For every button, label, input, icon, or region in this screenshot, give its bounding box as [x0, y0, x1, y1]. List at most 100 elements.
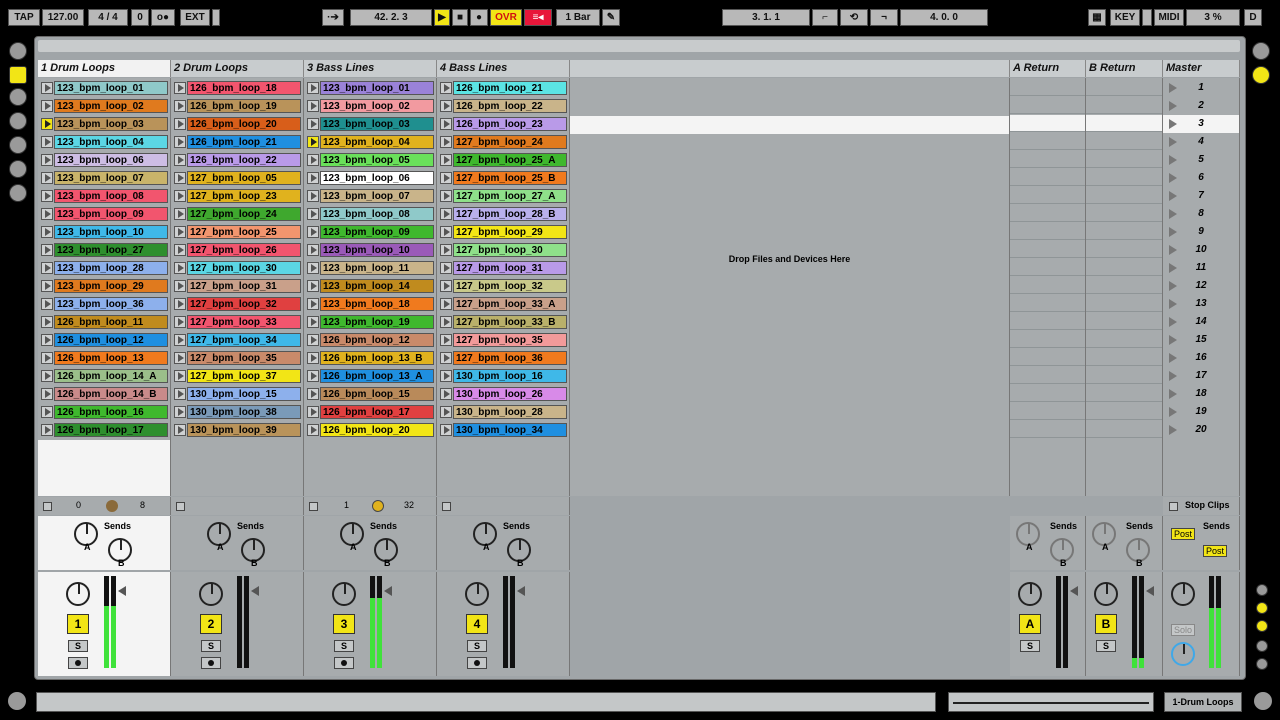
clip-launch-icon[interactable]: [440, 316, 452, 328]
clip-slot[interactable]: 127_bpm_loop_32: [437, 278, 569, 294]
clip-name[interactable]: 126_bpm_loop_11: [54, 315, 168, 329]
stop-clip-button[interactable]: [309, 502, 318, 511]
draw-mode-pencil-icon[interactable]: ✎: [602, 9, 620, 26]
scene-launch[interactable]: 8: [1163, 205, 1239, 223]
clip-name[interactable]: 126_bpm_loop_13_A: [320, 369, 434, 383]
clip-slot[interactable]: 123_bpm_loop_07: [304, 188, 436, 204]
scene-launch[interactable]: 11: [1163, 259, 1239, 277]
solo-button[interactable]: S: [1096, 640, 1116, 652]
track-activator-button[interactable]: 2: [200, 614, 222, 634]
clip-launch-icon[interactable]: [440, 262, 452, 274]
scene-launch[interactable]: 2: [1163, 97, 1239, 115]
clip-slot[interactable]: 123_bpm_loop_04: [304, 134, 436, 150]
clip-name[interactable]: 127_bpm_loop_33_A: [453, 297, 567, 311]
clip-slot[interactable]: 127_bpm_loop_05: [171, 170, 303, 186]
scene-launch-icon[interactable]: [1169, 407, 1177, 417]
clip-slot[interactable]: 127_bpm_loop_24: [171, 206, 303, 222]
clip-name[interactable]: 127_bpm_loop_35: [453, 333, 567, 347]
clip-slot[interactable]: 130_bpm_loop_38: [171, 404, 303, 420]
clip-name[interactable]: 127_bpm_loop_34: [187, 333, 301, 347]
scene-launch-icon[interactable]: [1169, 227, 1177, 237]
track-activator-button[interactable]: B: [1095, 614, 1117, 634]
clip-launch-icon[interactable]: [174, 82, 186, 94]
clip-launch-icon[interactable]: [440, 334, 452, 346]
clip-slot[interactable]: 123_bpm_loop_09: [38, 206, 170, 222]
clip-slot[interactable]: 126_bpm_loop_22: [171, 152, 303, 168]
clip-slot[interactable]: 126_bpm_loop_13: [38, 350, 170, 366]
stop-clip-button[interactable]: [442, 502, 451, 511]
clip-slot[interactable]: 130_bpm_loop_16: [437, 368, 569, 384]
clip-launch-icon[interactable]: [41, 100, 53, 112]
clip-name[interactable]: 123_bpm_loop_10: [320, 243, 434, 257]
clip-name[interactable]: 127_bpm_loop_25_A: [453, 153, 567, 167]
clip-slot[interactable]: 130_bpm_loop_15: [171, 386, 303, 402]
clip-name[interactable]: 130_bpm_loop_28: [453, 405, 567, 419]
track-header-1[interactable]: 1 Drum Loops: [38, 60, 171, 77]
clip-name[interactable]: 123_bpm_loop_27: [54, 243, 168, 257]
volume-fader-handle-icon[interactable]: [384, 586, 392, 596]
clip-slot[interactable]: 123_bpm_loop_01: [304, 80, 436, 96]
clip-launch-icon[interactable]: [307, 82, 319, 94]
clip-slot[interactable]: 127_bpm_loop_32: [171, 296, 303, 312]
clip-name[interactable]: 127_bpm_loop_26: [187, 243, 301, 257]
key-map-button[interactable]: KEY: [1110, 9, 1140, 26]
clip-launch-icon[interactable]: [440, 172, 452, 184]
computer-keyboard-icon[interactable]: ▦: [1088, 9, 1106, 26]
clip-name[interactable]: 127_bpm_loop_36: [453, 351, 567, 365]
io-knob-icon[interactable]: [106, 500, 118, 512]
plugin-devices-icon[interactable]: [9, 88, 27, 106]
clip-name[interactable]: 127_bpm_loop_24: [453, 135, 567, 149]
clip-name[interactable]: 127_bpm_loop_29: [453, 225, 567, 239]
clip-launch-icon[interactable]: [174, 316, 186, 328]
clip-launch-icon[interactable]: [174, 118, 186, 130]
clip-slot[interactable]: 127_bpm_loop_36: [437, 350, 569, 366]
clip-launch-icon[interactable]: [440, 190, 452, 202]
clip-slot[interactable]: 123_bpm_loop_29: [38, 278, 170, 294]
clip-name[interactable]: 130_bpm_loop_16: [453, 369, 567, 383]
clip-launch-icon[interactable]: [174, 388, 186, 400]
browser-toggle-icon[interactable]: [9, 42, 27, 60]
clip-slot[interactable]: 127_bpm_loop_24: [437, 134, 569, 150]
clip-name[interactable]: 123_bpm_loop_02: [320, 99, 434, 113]
clip-launch-icon[interactable]: [307, 316, 319, 328]
overdub-button[interactable]: OVR: [490, 9, 522, 26]
clip-launch-icon[interactable]: [41, 190, 53, 202]
track-activator-button[interactable]: 4: [466, 614, 488, 634]
clip-slot[interactable]: 127_bpm_loop_23: [171, 188, 303, 204]
stop-clip-button[interactable]: [43, 502, 52, 511]
samples-icon[interactable]: [9, 160, 27, 178]
solo-button[interactable]: Solo: [1171, 624, 1195, 636]
clip-slot[interactable]: 127_bpm_loop_34: [171, 332, 303, 348]
pan-knob-icon[interactable]: [465, 582, 489, 606]
scene-launch-icon[interactable]: [1169, 335, 1177, 345]
clip-name[interactable]: 126_bpm_loop_12: [320, 333, 434, 347]
play-button[interactable]: ▶: [434, 9, 450, 26]
solo-button[interactable]: S: [334, 640, 354, 652]
clip-launch-icon[interactable]: [174, 352, 186, 364]
clip-name[interactable]: 127_bpm_loop_31: [453, 261, 567, 275]
clip-launch-icon[interactable]: [307, 226, 319, 238]
clip-slot[interactable]: 127_bpm_loop_35: [171, 350, 303, 366]
loop-switch-icon[interactable]: ⟲: [840, 9, 868, 26]
clip-name[interactable]: 126_bpm_loop_20: [187, 117, 301, 131]
mixer-section-icon[interactable]: [1256, 640, 1268, 652]
scene-launch-icon[interactable]: [1169, 137, 1177, 147]
clip-slot[interactable]: 130_bpm_loop_39: [171, 422, 303, 438]
clip-name[interactable]: 127_bpm_loop_33_B: [453, 315, 567, 329]
clip-launch-icon[interactable]: [174, 100, 186, 112]
clip-name[interactable]: 127_bpm_loop_24: [187, 207, 301, 221]
clip-launch-icon[interactable]: [174, 154, 186, 166]
stop-all-clips-button[interactable]: [1169, 502, 1178, 511]
clip-slot[interactable]: 123_bpm_loop_06: [304, 170, 436, 186]
clip-slot[interactable]: 126_bpm_loop_16: [38, 404, 170, 420]
scene-launch-icon[interactable]: [1169, 245, 1177, 255]
live-devices-icon[interactable]: [9, 66, 27, 84]
clip-name[interactable]: 126_bpm_loop_17: [54, 423, 168, 437]
clip-slot[interactable]: 123_bpm_loop_02: [304, 98, 436, 114]
scene-launch-icon[interactable]: [1169, 83, 1177, 93]
clip-name[interactable]: 123_bpm_loop_05: [320, 153, 434, 167]
clip-launch-icon[interactable]: [440, 280, 452, 292]
clip-name[interactable]: 123_bpm_loop_03: [54, 117, 168, 131]
back-to-arrangement-icon[interactable]: ≡◂: [524, 9, 552, 26]
clip-name[interactable]: 126_bpm_loop_14_B: [54, 387, 168, 401]
